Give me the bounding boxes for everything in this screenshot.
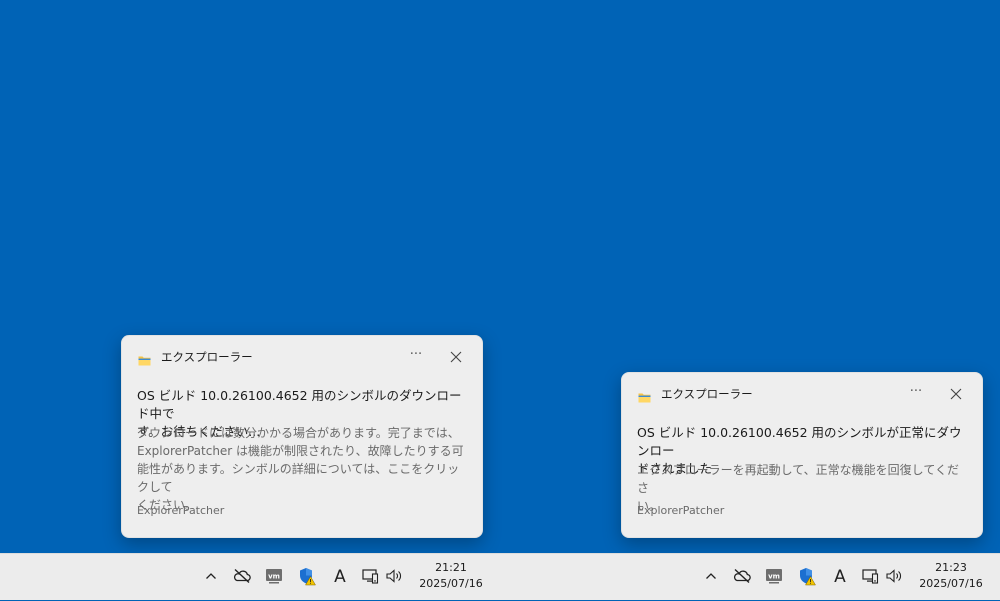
system-tray: vm A: [200, 554, 500, 601]
notification-body-line: 能性があります。シンボルの詳細については、ここをクリックして: [137, 462, 460, 494]
clock-time: 21:23: [935, 561, 967, 574]
ime-mode-icon[interactable]: A: [830, 566, 850, 586]
taskbar-clock[interactable]: 21:23 2025/07/16: [918, 560, 984, 592]
clock-date: 2025/07/16: [919, 577, 983, 590]
taskbar: vm A 21:21 2025/07/16 vm A 21:23 2025/07…: [0, 553, 1000, 600]
close-notification-button[interactable]: [444, 346, 468, 368]
notification-body-line: ダウンロードには数分かかる場合があります。完了までは、: [137, 426, 460, 440]
notification-title-line: OS ビルド 10.0.26100.4652 用のシンボルのダウンロード中で: [137, 388, 462, 421]
system-tray: vm A: [700, 554, 1000, 601]
notification-toast-completed[interactable]: エクスプローラー ··· OS ビルド 10.0.26100.4652 用のシン…: [621, 372, 983, 538]
volume-icon[interactable]: [884, 566, 904, 586]
notification-app-name: エクスプローラー: [661, 387, 753, 401]
vmware-label: vm: [768, 573, 780, 581]
ime-mode-label: A: [334, 567, 346, 586]
chevron-up-icon[interactable]: [701, 566, 721, 586]
network-icon[interactable]: [360, 566, 380, 586]
notification-body-line: ExplorerPatcher は機能が制限されたり、故障したりする可: [137, 444, 464, 458]
notification-body-line: エクスプローラーを再起動して、正常な機能を回復してくださ: [637, 463, 959, 495]
volume-icon[interactable]: [384, 566, 404, 586]
more-options-button[interactable]: ···: [904, 383, 928, 405]
onedrive-offline-icon[interactable]: [232, 566, 252, 586]
clock-date: 2025/07/16: [419, 577, 483, 590]
notification-app-name: エクスプローラー: [161, 350, 253, 364]
file-explorer-folder-icon: [638, 388, 651, 403]
vmware-icon[interactable]: vm: [264, 566, 284, 586]
notification-header: エクスプローラー ···: [122, 336, 482, 378]
security-warning-icon[interactable]: [297, 566, 317, 586]
notification-title-line: OS ビルド 10.0.26100.4652 用のシンボルが正常にダウンロー: [637, 425, 962, 458]
notification-header: エクスプローラー ···: [622, 373, 982, 415]
ime-mode-label: A: [834, 567, 846, 586]
clock-time: 21:21: [435, 561, 467, 574]
ime-mode-icon[interactable]: A: [330, 566, 350, 586]
close-notification-button[interactable]: [944, 383, 968, 405]
chevron-up-icon[interactable]: [201, 566, 221, 586]
close-icon: [450, 351, 462, 363]
more-options-button[interactable]: ···: [404, 346, 428, 368]
vmware-label: vm: [268, 573, 280, 581]
vmware-icon[interactable]: vm: [764, 566, 784, 586]
network-icon[interactable]: [860, 566, 880, 586]
onedrive-offline-icon[interactable]: [732, 566, 752, 586]
notification-body: ダウンロードには数分かかる場合があります。完了までは、 ExplorerPatc…: [137, 424, 468, 514]
security-warning-icon[interactable]: [797, 566, 817, 586]
notification-attribution: ExplorerPatcher: [137, 504, 225, 517]
notification-attribution: ExplorerPatcher: [637, 504, 725, 517]
close-icon: [950, 388, 962, 400]
file-explorer-folder-icon: [138, 351, 151, 366]
taskbar-clock[interactable]: 21:21 2025/07/16: [418, 560, 484, 592]
notification-toast-downloading[interactable]: エクスプローラー ··· OS ビルド 10.0.26100.4652 用のシン…: [121, 335, 483, 538]
